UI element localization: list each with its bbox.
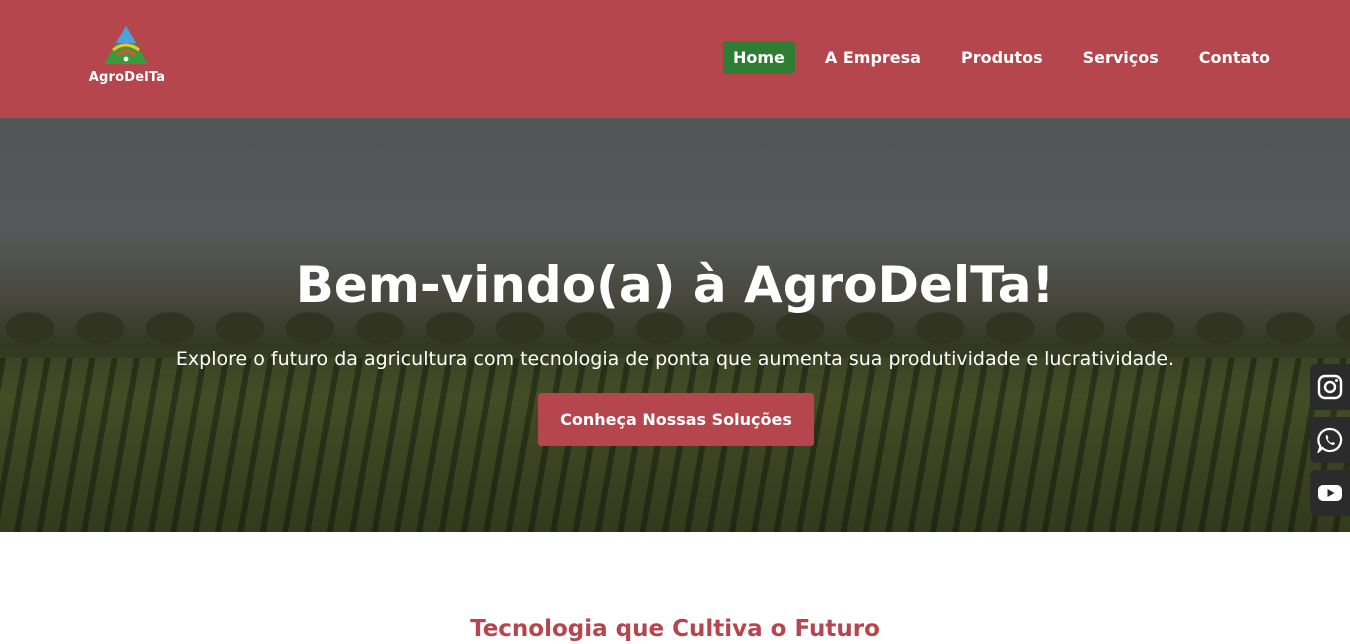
nav-item-contato[interactable]: Contato	[1189, 41, 1280, 74]
logo-mark-icon	[104, 26, 148, 64]
solutions-button[interactable]: Conheça Nossas Soluções	[538, 393, 814, 446]
instagram-icon	[1317, 374, 1343, 400]
instagram-link[interactable]	[1310, 364, 1350, 410]
whatsapp-icon	[1317, 427, 1343, 453]
nav-item-produtos[interactable]: Produtos	[951, 41, 1053, 74]
logo[interactable]: AgroDelTa	[86, 26, 168, 90]
youtube-icon	[1318, 485, 1342, 501]
hero-banner: Bem-vindo(a) à AgroDelTa! Explore o futu…	[0, 118, 1350, 532]
nav-item-a-empresa[interactable]: A Empresa	[815, 41, 931, 74]
nav-item-home[interactable]: Home	[722, 41, 795, 74]
hero-subtitle: Explore o futuro da agricultura com tecn…	[175, 348, 1175, 370]
logo-text: AgroDelTa	[88, 70, 166, 85]
hero-title: Bem-vindo(a) à AgroDelTa!	[295, 256, 1055, 314]
hero-overlay	[0, 118, 1350, 532]
section-title: Tecnologia que Cultiva o Futuro	[470, 616, 880, 642]
nav-item-servicos[interactable]: Serviços	[1073, 41, 1169, 74]
main-nav: Home A Empresa Produtos Serviços Contato	[722, 41, 1280, 74]
youtube-link[interactable]	[1310, 470, 1350, 516]
whatsapp-link[interactable]	[1310, 417, 1350, 463]
social-sidebar	[1310, 364, 1350, 523]
site-header: AgroDelTa Home A Empresa Produtos Serviç…	[0, 0, 1350, 118]
